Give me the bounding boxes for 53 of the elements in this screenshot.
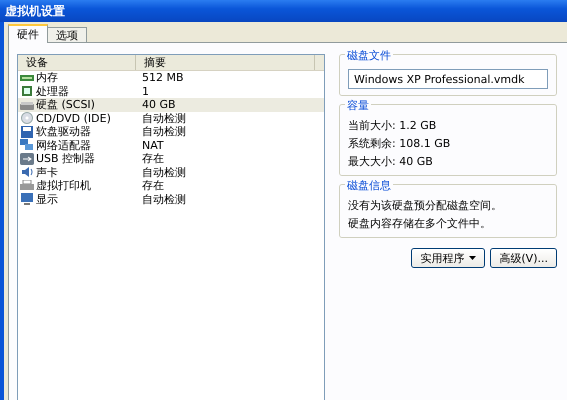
device-summary: 40 GB: [141, 98, 176, 112]
device-name: 内存: [36, 70, 58, 86]
tab[interactable]: 硬件: [8, 24, 48, 43]
device-name: 虚拟打印机: [36, 178, 91, 194]
group-title: 磁盘文件: [345, 48, 393, 63]
device-name: 硬盘 (SCSI): [36, 97, 95, 112]
device-row[interactable]: 处理器 1: [18, 84, 324, 98]
device-row[interactable]: 虚拟打印机 存在: [18, 179, 324, 192]
column-header[interactable]: 设备: [18, 55, 136, 70]
usb-icon: [20, 152, 34, 165]
info-text: 硬盘内容存储在多个文件中。: [348, 217, 492, 231]
column-header[interactable]: 摘要: [136, 55, 315, 70]
device-row[interactable]: 硬盘 (SCSI) 40 GB: [18, 98, 324, 112]
chip-icon: [20, 85, 34, 98]
group-title: 容量: [345, 98, 371, 113]
device-summary: 自动检测: [141, 192, 186, 207]
speaker-icon: [20, 166, 34, 178]
network-icon: [20, 139, 34, 152]
monitor-icon: [20, 193, 34, 206]
device-row[interactable]: 显示 自动检测: [18, 192, 324, 206]
device-row[interactable]: 软盘驱动器 自动检测: [18, 125, 324, 138]
tab[interactable]: 选项: [47, 27, 87, 43]
device-name: CD/DVD (IDE): [36, 112, 111, 125]
device-summary: 自动检测: [141, 110, 186, 126]
device-summary: NAT: [141, 138, 164, 152]
dropdown-button[interactable]: 实用程序: [411, 248, 486, 268]
capacity-text: 最大大小: 40 GB: [348, 155, 434, 169]
window-title: 虚拟机设置: [5, 2, 65, 20]
device-row[interactable]: USB 控制器 存在: [18, 152, 324, 166]
device-summary: 1: [141, 84, 149, 98]
device-name: 声卡: [36, 164, 58, 180]
device-row[interactable]: CD/DVD (IDE) 自动检测: [18, 112, 324, 125]
disc-icon: [20, 112, 34, 124]
device-name: 处理器: [36, 84, 69, 99]
device-name: 软盘驱动器: [36, 124, 91, 140]
device-summary: 存在: [141, 178, 164, 194]
device-name: 显示: [36, 192, 58, 207]
capacity-text: 当前大小: 1.2 GB: [348, 119, 438, 133]
device-summary: 512 MB: [141, 71, 184, 84]
device-summary: 自动检测: [141, 124, 186, 140]
device-row[interactable]: 声卡 自动检测: [18, 166, 324, 179]
printer-icon: [20, 180, 34, 192]
capacity-text: 系统剩余: 108.1 GB: [348, 137, 452, 151]
device-summary: 自动检测: [141, 164, 186, 180]
button[interactable]: 高级(V)...: [490, 248, 557, 268]
device-row[interactable]: 网络适配器 NAT: [18, 138, 324, 152]
group-title: 磁盘信息: [345, 178, 393, 193]
device-summary: 存在: [141, 151, 164, 166]
device-row[interactable]: 内存 512 MB: [18, 71, 324, 84]
device-name: 网络适配器: [36, 138, 91, 153]
info-text: 没有为该硬盘预分配磁盘空间。: [348, 199, 503, 213]
disk-file-field[interactable]: Windows XP Professional.vmdk: [348, 69, 548, 89]
device-name: USB 控制器: [36, 151, 96, 166]
